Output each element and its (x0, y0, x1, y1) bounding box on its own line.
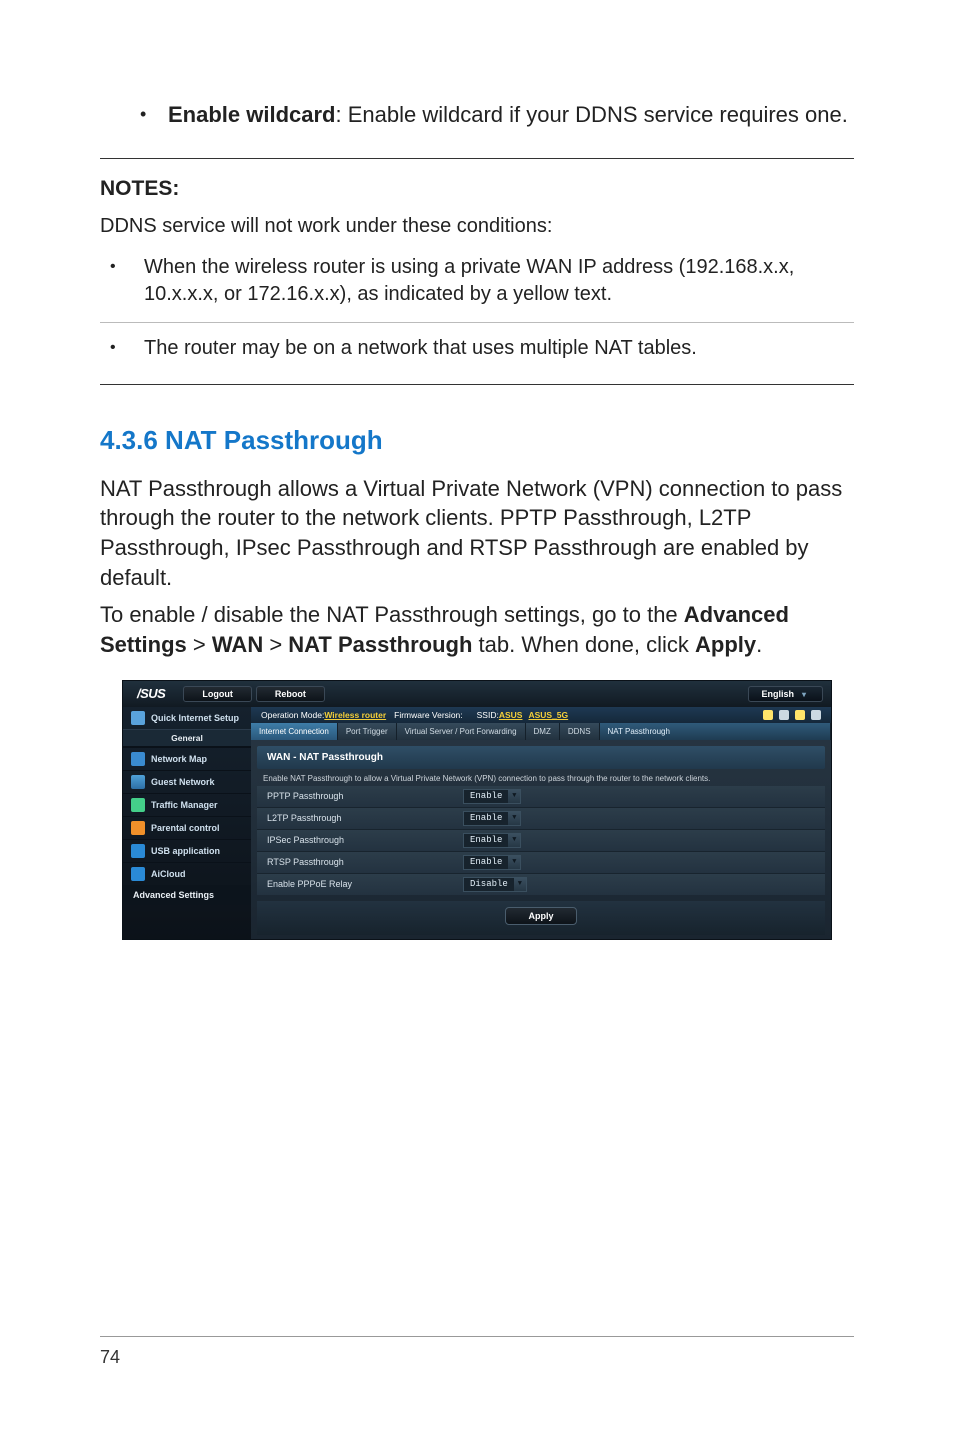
sidebar-heading-general: General (123, 729, 251, 747)
bullet-term: Enable wildcard (168, 102, 336, 127)
notes-divider (100, 322, 854, 323)
chevron-down-icon: ▼ (508, 790, 520, 803)
ipsec-select[interactable]: Enable▼ (463, 833, 521, 848)
router-screenshot: /SUS Logout Reboot English Quick Interne… (122, 680, 832, 940)
usb-icon (131, 844, 145, 858)
notes: NOTES: DDNS service will not work under … (100, 158, 854, 385)
section-para-1: NAT Passthrough allows a Virtual Private… (100, 474, 854, 593)
bullet-dot: • (140, 100, 168, 130)
notes-title: NOTES: (100, 177, 854, 201)
bullet-text: Enable wildcard: Enable wildcard if your… (168, 100, 854, 130)
bullet-enable-wildcard: • Enable wildcard: Enable wildcard if yo… (140, 100, 854, 130)
traffic-manager-icon (131, 798, 145, 812)
sidebar-quick-internet-setup[interactable]: Quick Internet Setup (123, 707, 251, 729)
row-rtsp: RTSP Passthrough Enable▼ (257, 851, 825, 873)
chevron-down-icon: ▼ (508, 834, 520, 847)
tab-dmz[interactable]: DMZ (526, 723, 560, 740)
bullet-dot: • (110, 335, 144, 362)
status-icons (763, 710, 821, 720)
status-icon (763, 710, 773, 720)
bullet-desc: : Enable wildcard if your DDNS service r… (336, 102, 848, 127)
section-para-2: To enable / disable the NAT Passthrough … (100, 600, 854, 659)
sidebar-item-traffic-manager[interactable]: Traffic Manager (123, 793, 251, 816)
logout-button[interactable]: Logout (183, 686, 252, 702)
router-sidebar: Quick Internet Setup General Network Map… (123, 707, 251, 939)
notes-item-1: • When the wireless router is using a pr… (110, 254, 854, 308)
cloud-icon (131, 867, 145, 881)
wand-icon (131, 711, 145, 725)
pptp-select[interactable]: Enable▼ (463, 789, 521, 804)
tab-virtual-server[interactable]: Virtual Server / Port Forwarding (397, 723, 526, 740)
row-pptp: PPTP Passthrough Enable▼ (257, 786, 825, 807)
tab-internet-connection[interactable]: Internet Connection (251, 723, 338, 740)
page-footer: 74 (100, 1336, 854, 1368)
row-l2tp: L2TP Passthrough Enable▼ (257, 807, 825, 829)
apply-button[interactable]: Apply (505, 907, 576, 925)
sidebar-item-parental-control[interactable]: Parental control (123, 816, 251, 839)
tab-port-trigger[interactable]: Port Trigger (338, 723, 397, 740)
sidebar-item-usb-application[interactable]: USB application (123, 839, 251, 862)
rtsp-select[interactable]: Enable▼ (463, 855, 521, 870)
chevron-down-icon: ▼ (514, 878, 526, 891)
router-main: Operation Mode: Wireless router Firmware… (251, 707, 831, 939)
settings-table: PPTP Passthrough Enable▼ L2TP Passthroug… (257, 786, 825, 895)
chevron-down-icon: ▼ (508, 856, 520, 869)
status-icon (795, 710, 805, 720)
bullet-dot: • (110, 254, 144, 308)
l2tp-select[interactable]: Enable▼ (463, 811, 521, 826)
language-selector[interactable]: English (748, 686, 823, 702)
sidebar-item-aicloud[interactable]: AiCloud (123, 862, 251, 885)
reboot-button[interactable]: Reboot (256, 686, 325, 702)
sidebar-item-network-map[interactable]: Network Map (123, 747, 251, 770)
ssid-2-link[interactable]: ASUS_5G (528, 710, 568, 720)
page-number: 74 (100, 1347, 120, 1367)
sidebar-heading-advanced: Advanced Settings (123, 885, 251, 905)
router-body: Quick Internet Setup General Network Map… (123, 707, 831, 939)
ssid-1-link[interactable]: ASUS (499, 710, 523, 720)
notes-item-2: • The router may be on a network that us… (110, 335, 854, 362)
section-heading: 4.3.6 NAT Passthrough (100, 425, 854, 456)
panel-title: WAN - NAT Passthrough (257, 746, 825, 769)
tab-ddns[interactable]: DDNS (560, 723, 600, 740)
network-map-icon (131, 752, 145, 766)
apply-row: Apply (257, 901, 825, 935)
status-icon (779, 710, 789, 720)
page: • Enable wildcard: Enable wildcard if yo… (0, 0, 954, 1438)
chevron-down-icon: ▼ (508, 812, 520, 825)
operation-mode-link[interactable]: Wireless router (324, 710, 386, 720)
parental-control-icon (131, 821, 145, 835)
router-topbar: /SUS Logout Reboot English (123, 681, 831, 707)
row-pppoe-relay: Enable PPPoE Relay Disable▼ (257, 873, 825, 895)
status-icon (811, 710, 821, 720)
pppoe-relay-select[interactable]: Disable▼ (463, 877, 527, 892)
info-bar: Operation Mode: Wireless router Firmware… (251, 707, 831, 723)
firmware-version-label: Firmware Version: (394, 710, 463, 720)
guest-network-icon (131, 775, 145, 789)
tab-nat-passthrough[interactable]: NAT Passthrough (600, 723, 831, 740)
panel-desc: Enable NAT Passthrough to allow a Virtua… (251, 769, 831, 786)
notes-intro: DDNS service will not work under these c… (100, 215, 854, 238)
row-ipsec: IPSec Passthrough Enable▼ (257, 829, 825, 851)
wan-tabs: Internet Connection Port Trigger Virtual… (251, 723, 831, 740)
sidebar-item-guest-network[interactable]: Guest Network (123, 770, 251, 793)
asus-logo: /SUS (123, 686, 179, 701)
